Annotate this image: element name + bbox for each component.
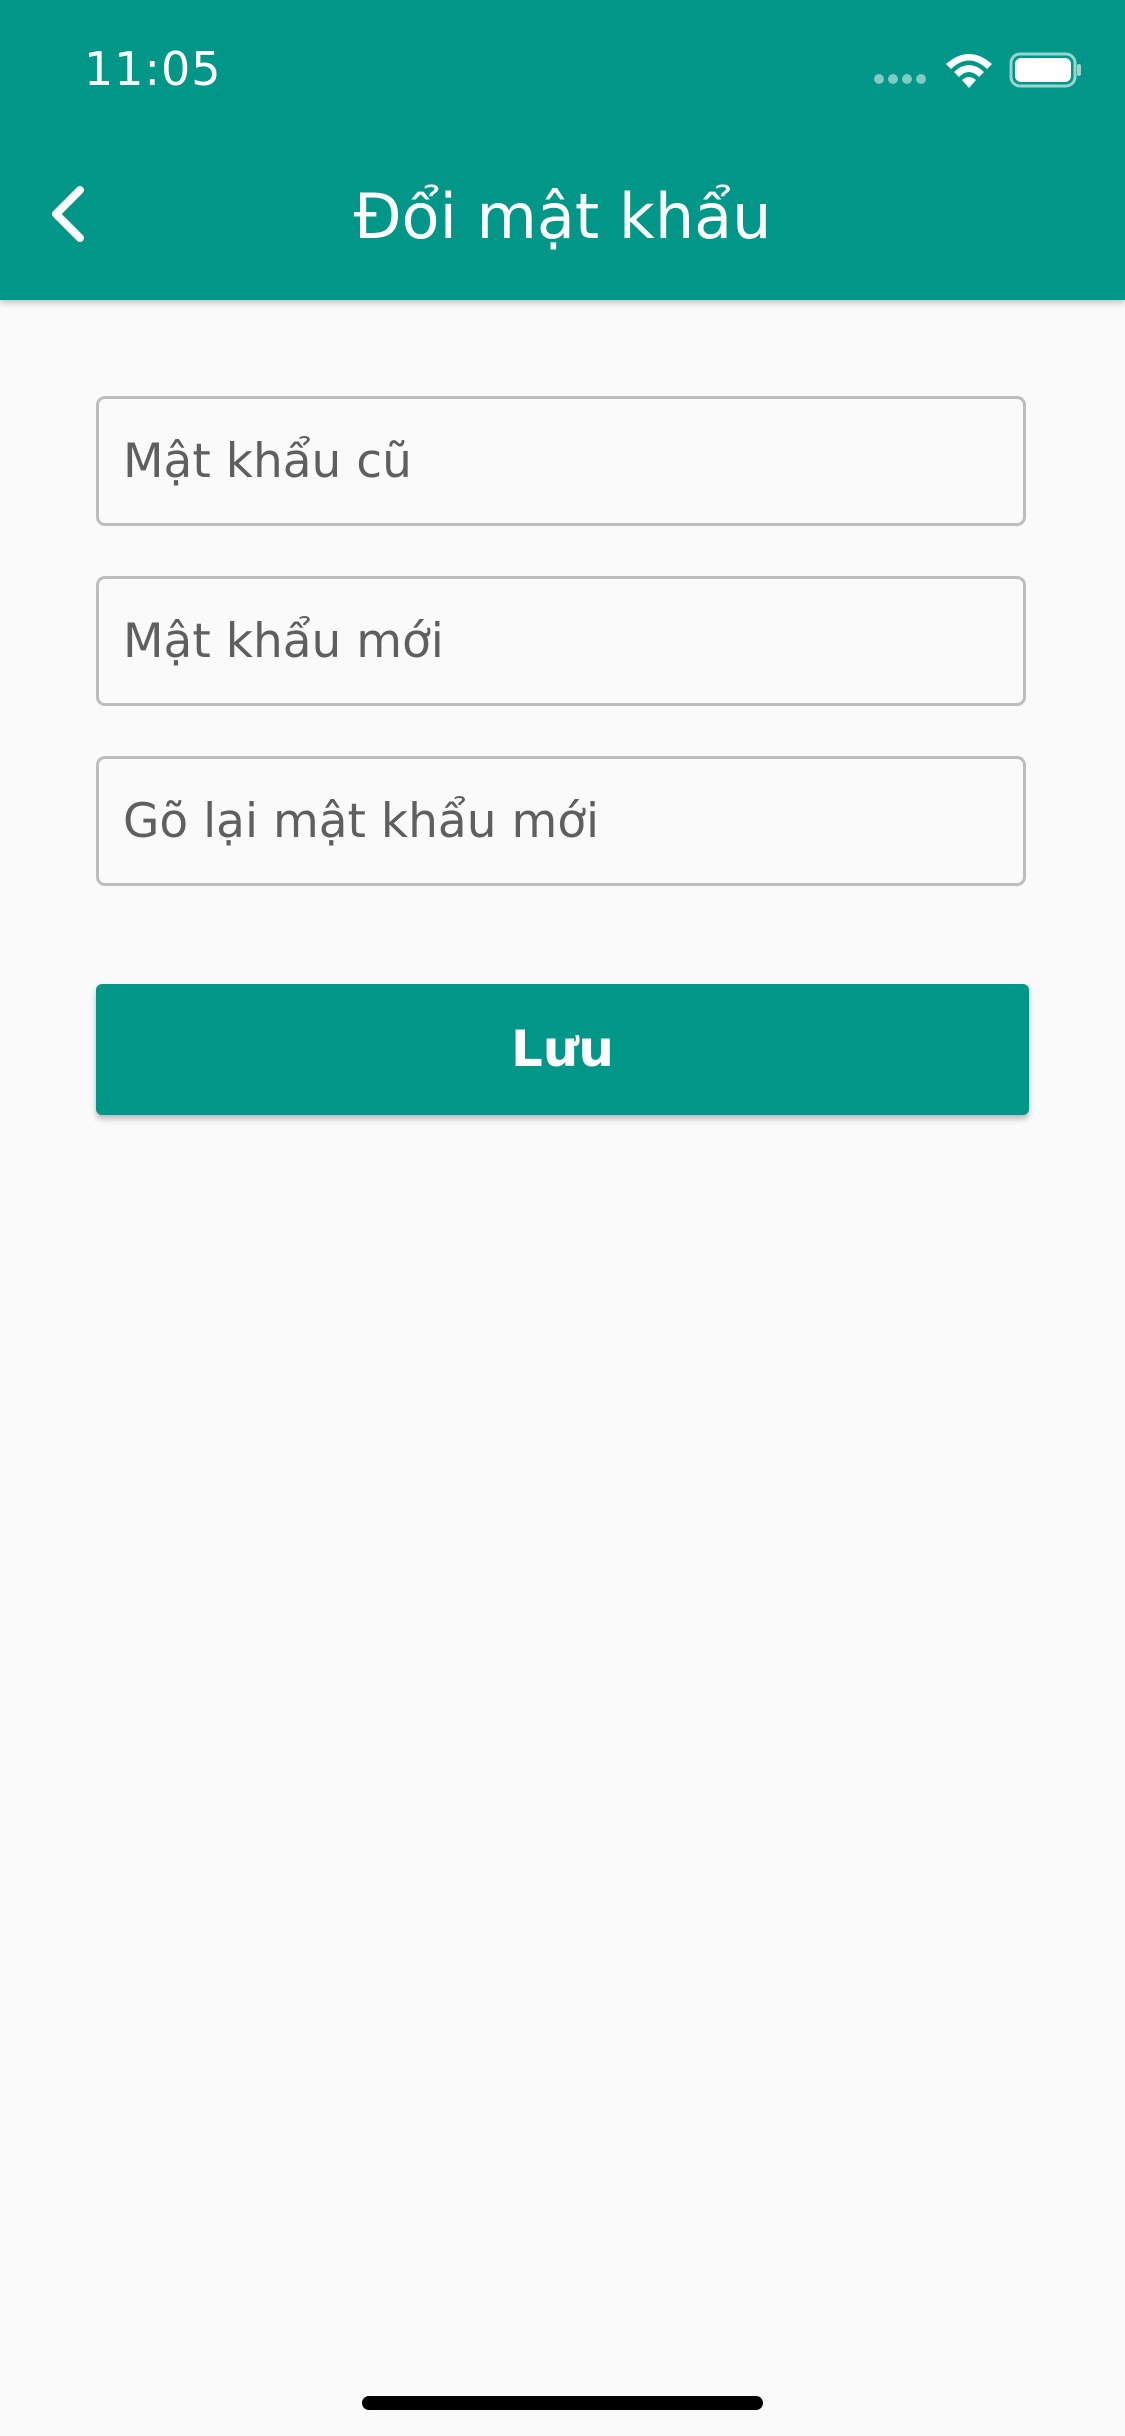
cellular-signal-icon [874,74,926,84]
status-icons [873,52,1083,92]
confirm-password-input[interactable] [99,759,1023,883]
wifi-icon [946,54,992,88]
save-button[interactable]: Lưu [96,984,1029,1115]
page-title: Đổi mật khẩu [353,180,772,253]
battery-icon [1009,52,1081,88]
home-indicator[interactable] [362,2396,763,2410]
old-password-field[interactable] [96,396,1026,526]
new-password-input[interactable] [99,579,1023,703]
confirm-password-field[interactable] [96,756,1026,886]
status-time: 11:05 [84,42,222,96]
app-bar: 11:05 Đổi mật khẩu [0,0,1125,300]
old-password-input[interactable] [99,399,1023,523]
new-password-field[interactable] [96,576,1026,706]
